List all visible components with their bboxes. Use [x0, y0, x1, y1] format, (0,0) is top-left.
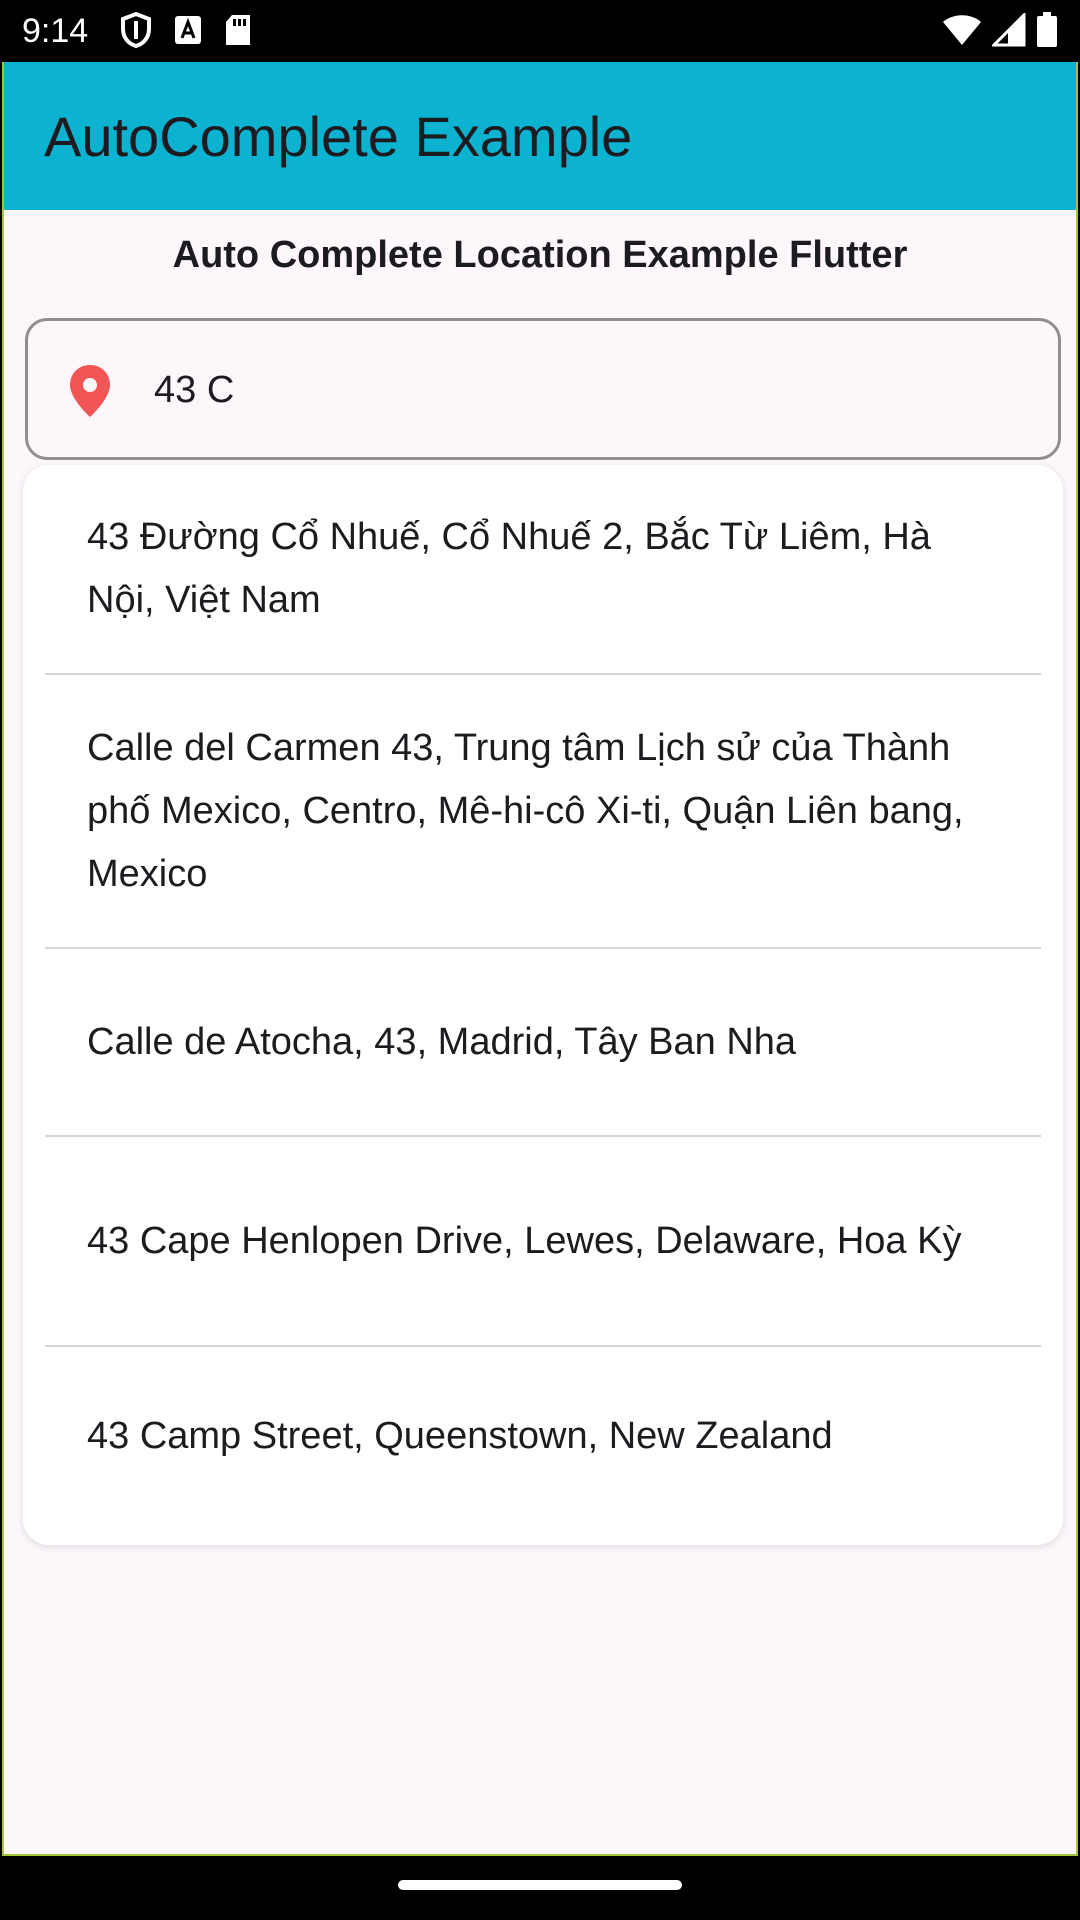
suggestions-dropdown: 43 Đường Cổ Nhuế, Cổ Nhuế 2, Bắc Từ Liêm… — [23, 465, 1063, 1545]
suggestion-item[interactable]: Calle de Atocha, 43, Madrid, Tây Ban Nha — [23, 949, 1063, 1135]
location-pin-icon — [66, 363, 114, 419]
suggestion-label: 43 Cape Henlopen Drive, Lewes, Delaware,… — [87, 1219, 962, 1262]
suggestion-item[interactable]: 43 Cape Henlopen Drive, Lewes, Delaware,… — [23, 1137, 1063, 1345]
navigation-bar — [0, 1858, 1080, 1920]
text-a-icon — [174, 15, 202, 45]
battery-icon — [1036, 12, 1058, 48]
status-right-icons — [942, 12, 1058, 48]
location-search-field[interactable]: 43 C — [25, 318, 1061, 460]
status-bar: 9:14 — [0, 0, 1080, 62]
app-bar: AutoComplete Example — [4, 62, 1076, 210]
suggestion-item[interactable]: 43 Camp Street, Queenstown, New Zealand — [23, 1347, 1063, 1525]
suggestion-label: Calle de Atocha, 43, Madrid, Tây Ban Nha — [87, 1020, 797, 1063]
suggestion-item[interactable]: Calle del Carmen 43, Trung tâm Lịch sử c… — [23, 675, 1063, 947]
search-input-value[interactable]: 43 C — [154, 365, 234, 415]
shield-icon — [120, 12, 152, 48]
suggestion-label: 43 Đường Cổ Nhuế, Cổ Nhuế 2, Bắc Từ Liêm… — [87, 516, 931, 621]
signal-icon — [992, 13, 1026, 47]
home-indicator[interactable] — [398, 1880, 682, 1890]
page-title: Auto Complete Location Example Flutter — [172, 234, 908, 276]
wifi-icon — [942, 13, 982, 47]
app-bar-title: AutoComplete Example — [44, 105, 633, 168]
device-screen: 9:14 AutoComplete Example Auto Complete … — [0, 0, 1080, 1920]
suggestion-label: Calle del Carmen 43, Trung tâm Lịch sử c… — [87, 726, 964, 895]
sd-card-icon — [224, 14, 252, 46]
app-screen: AutoComplete Example Auto Complete Locat… — [2, 62, 1078, 1856]
status-time: 9:14 — [22, 12, 89, 50]
suggestion-label: 43 Camp Street, Queenstown, New Zealand — [87, 1414, 833, 1457]
suggestion-item[interactable]: 43 Đường Cổ Nhuế, Cổ Nhuế 2, Bắc Từ Liêm… — [23, 465, 1063, 673]
status-left-icons — [120, 12, 252, 48]
